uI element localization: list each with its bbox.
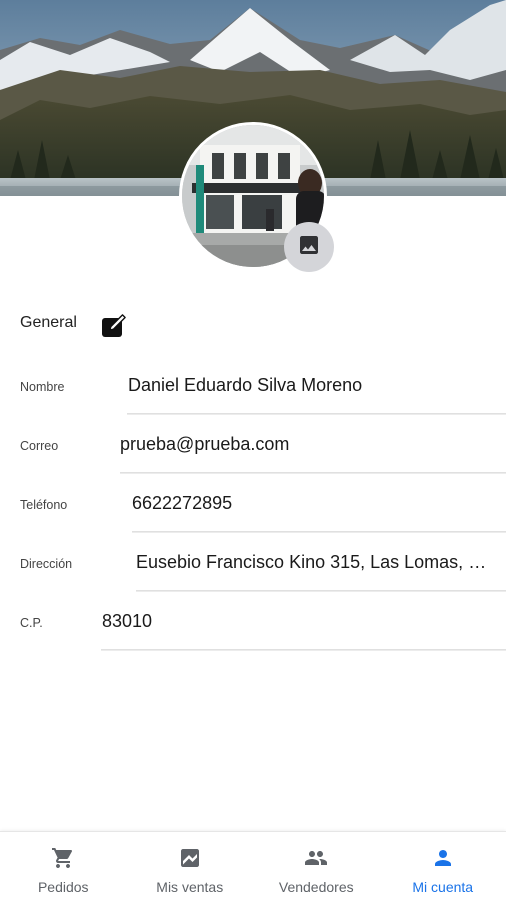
field-row-name: Nombre Daniel Eduardo Silva Moreno [0, 356, 506, 415]
person-icon [431, 846, 455, 875]
field-divider [127, 413, 506, 414]
image-icon [297, 233, 321, 262]
field-label: Dirección [20, 557, 73, 571]
field-divider [101, 649, 506, 650]
field-row-phone: Teléfono 6622272895 [0, 474, 506, 533]
edit-profile-button[interactable] [99, 313, 129, 343]
nav-label: Pedidos [37, 879, 89, 895]
address-value[interactable]: Eusebio Francisco Kino 315, Las Lomas, H… [136, 552, 488, 573]
field-label: Correo [20, 439, 59, 453]
change-photo-button[interactable] [284, 222, 334, 272]
edit-square-icon [100, 312, 128, 345]
nav-item-pedidos[interactable]: Pedidos [0, 832, 127, 900]
nav-item-mi-cuenta[interactable]: Mi cuenta [380, 832, 506, 900]
nav-label: Mi cuenta [412, 879, 474, 895]
section-header-general: General [20, 314, 77, 332]
people-icon [304, 846, 328, 875]
field-divider [136, 590, 506, 591]
field-row-postal-code: C.P. 83010 [0, 592, 506, 651]
section-title: General [20, 314, 77, 331]
field-label: Nombre [20, 380, 65, 394]
email-value[interactable]: prueba@prueba.com [120, 434, 480, 455]
nav-label: Vendedores [278, 879, 354, 895]
field-divider [120, 472, 506, 473]
field-label: Teléfono [20, 498, 68, 512]
phone-value[interactable]: 6622272895 [132, 493, 482, 514]
nav-label: Mis ventas [156, 879, 224, 895]
cart-icon [51, 846, 75, 875]
field-divider [132, 531, 506, 532]
nav-item-mis-ventas[interactable]: Mis ventas [127, 832, 254, 900]
postal-code-value[interactable]: 83010 [102, 611, 482, 632]
bottom-navigation: Pedidos Mis ventas Vendedores Mi cuenta [0, 831, 506, 900]
field-row-email: Correo prueba@prueba.com [0, 415, 506, 474]
field-label: C.P. [20, 616, 43, 630]
field-row-address: Dirección Eusebio Francisco Kino 315, La… [0, 533, 506, 592]
chart-icon [178, 846, 202, 875]
nav-item-vendedores[interactable]: Vendedores [253, 832, 380, 900]
name-value[interactable]: Daniel Eduardo Silva Moreno [128, 375, 488, 396]
